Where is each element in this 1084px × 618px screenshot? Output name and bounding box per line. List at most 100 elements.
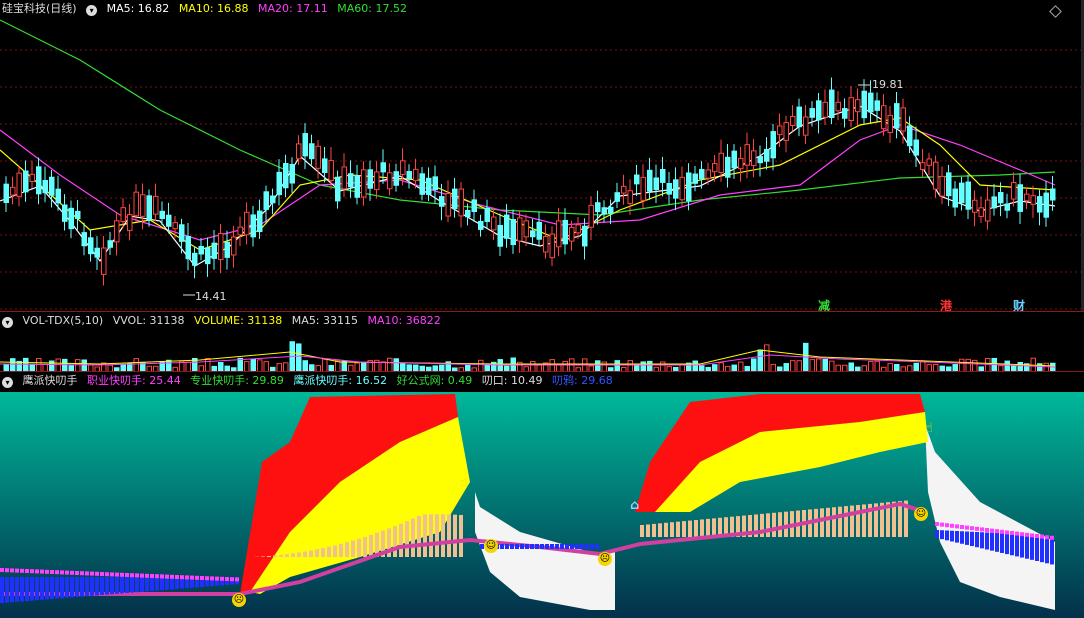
volume-bar: [133, 358, 139, 371]
volume-bar: [894, 363, 900, 371]
candle: [608, 206, 614, 215]
indicator-bar: [267, 556, 271, 557]
settings-icon[interactable]: ▾: [2, 377, 13, 388]
candle: [16, 172, 22, 197]
candle: [556, 220, 562, 248]
candle: [263, 191, 269, 210]
ma20-label: MA20: 17.11: [258, 2, 328, 15]
pink-mark: [95, 571, 99, 576]
candle: [133, 191, 139, 217]
price-pane[interactable]: 硅宝科技(日线) ▾ MA5: 16.82 MA10: 16.88 MA20: …: [0, 0, 1084, 312]
candle: [62, 204, 68, 222]
candle: [172, 222, 178, 230]
pink-mark: [990, 528, 994, 533]
pink-mark: [5, 568, 9, 573]
volume-bar: [738, 361, 744, 371]
blue-bar: [30, 577, 34, 601]
candle: [497, 224, 503, 247]
volume-bar: [764, 344, 770, 371]
pink-mark: [125, 573, 129, 577]
volume-bar: [478, 359, 484, 371]
volume-bar: [835, 364, 841, 371]
pink-mark: [185, 575, 189, 580]
volume-bar: [107, 364, 113, 371]
volume-bar: [380, 361, 386, 371]
blue-bar: [130, 577, 134, 593]
blue-bar: [150, 577, 154, 591]
blue-bar: [970, 531, 974, 547]
indicator-bar: [447, 514, 451, 557]
settings-icon[interactable]: ▾: [86, 5, 98, 16]
candle: [803, 116, 809, 136]
volume-bar: [23, 357, 29, 371]
volume-bar: [166, 359, 172, 371]
event-marker-finance[interactable]: 财: [1013, 297, 1025, 311]
event-marker-hk[interactable]: 港: [940, 297, 952, 311]
pink-mark: [45, 569, 49, 574]
candle: [647, 169, 653, 192]
candle: [887, 114, 893, 133]
candle: [510, 219, 516, 246]
volume-bar: [10, 358, 16, 371]
indicator-bar: [652, 523, 656, 537]
volume-bar: [549, 359, 555, 371]
indicator-chart[interactable]: [0, 372, 1084, 618]
blue-bar: [530, 544, 534, 549]
volume-bar: [1004, 360, 1010, 371]
indicator-bar: [291, 553, 295, 557]
indicator-pane[interactable]: ▾ 鹰派快叨手 职业快叨手: 25.44 专业快叨手: 29.89 鹰派快叨手:…: [0, 372, 1084, 618]
indicator-bar: [820, 508, 824, 537]
indicator-bar: [369, 534, 373, 557]
blue-bar: [555, 544, 559, 549]
candle: [211, 242, 217, 259]
house-icon: ⌂: [630, 498, 640, 513]
blue-bar: [25, 577, 29, 601]
blue-bar: [940, 530, 944, 540]
blue-bar: [165, 577, 169, 590]
indicator-bar: [640, 525, 644, 537]
candle: [517, 217, 523, 242]
blue-bar: [140, 577, 144, 592]
blue-bar: [570, 544, 574, 549]
candle: [218, 233, 224, 261]
price-legend: 硅宝科技(日线) ▾ MA5: 16.82 MA10: 16.88 MA20: …: [0, 0, 413, 18]
volume-bar: [88, 364, 94, 371]
volume-bar: [660, 361, 666, 371]
volume-bar: [413, 364, 419, 371]
blue-bar: [115, 577, 119, 594]
candle: [484, 207, 490, 223]
hand-pointer-icon: ☝: [460, 475, 468, 490]
indicator-bar: [285, 554, 289, 557]
volume-bar: [627, 360, 633, 371]
volume-bar: [497, 359, 503, 371]
indicator-bar: [826, 507, 830, 537]
volume-bar: [1017, 361, 1023, 371]
candle: [809, 108, 815, 118]
settings-icon[interactable]: ▾: [2, 317, 13, 328]
indicator-bar: [664, 522, 668, 537]
candle: [738, 157, 744, 170]
indicator-bar: [778, 512, 782, 537]
volume-bar: [972, 359, 978, 371]
blue-bar: [1020, 534, 1024, 558]
indicator-bar: [327, 546, 331, 557]
indicator-bar: [303, 551, 307, 557]
indicator-bar: [700, 519, 704, 537]
candlestick-chart[interactable]: [0, 0, 1084, 312]
candle: [471, 199, 477, 213]
volume-bar: [81, 359, 87, 371]
blue-bar: [965, 531, 969, 545]
blue-bar: [1000, 533, 1004, 553]
event-marker-reduce[interactable]: 减: [818, 297, 830, 311]
indicator-bar: [435, 514, 439, 557]
candle: [127, 214, 133, 232]
blue-bar: [505, 544, 509, 549]
volume-pane[interactable]: ▾ VOL-TDX(5,10) VVOL: 31138 VOLUME: 3113…: [0, 312, 1084, 372]
sad-face-icon: ☹: [598, 552, 612, 566]
blue-bar: [540, 544, 544, 549]
volume-bar: [393, 358, 399, 371]
candle: [36, 166, 42, 195]
volume-bar: [868, 361, 874, 371]
volume-bar: [3, 364, 9, 371]
candle: [959, 182, 965, 204]
